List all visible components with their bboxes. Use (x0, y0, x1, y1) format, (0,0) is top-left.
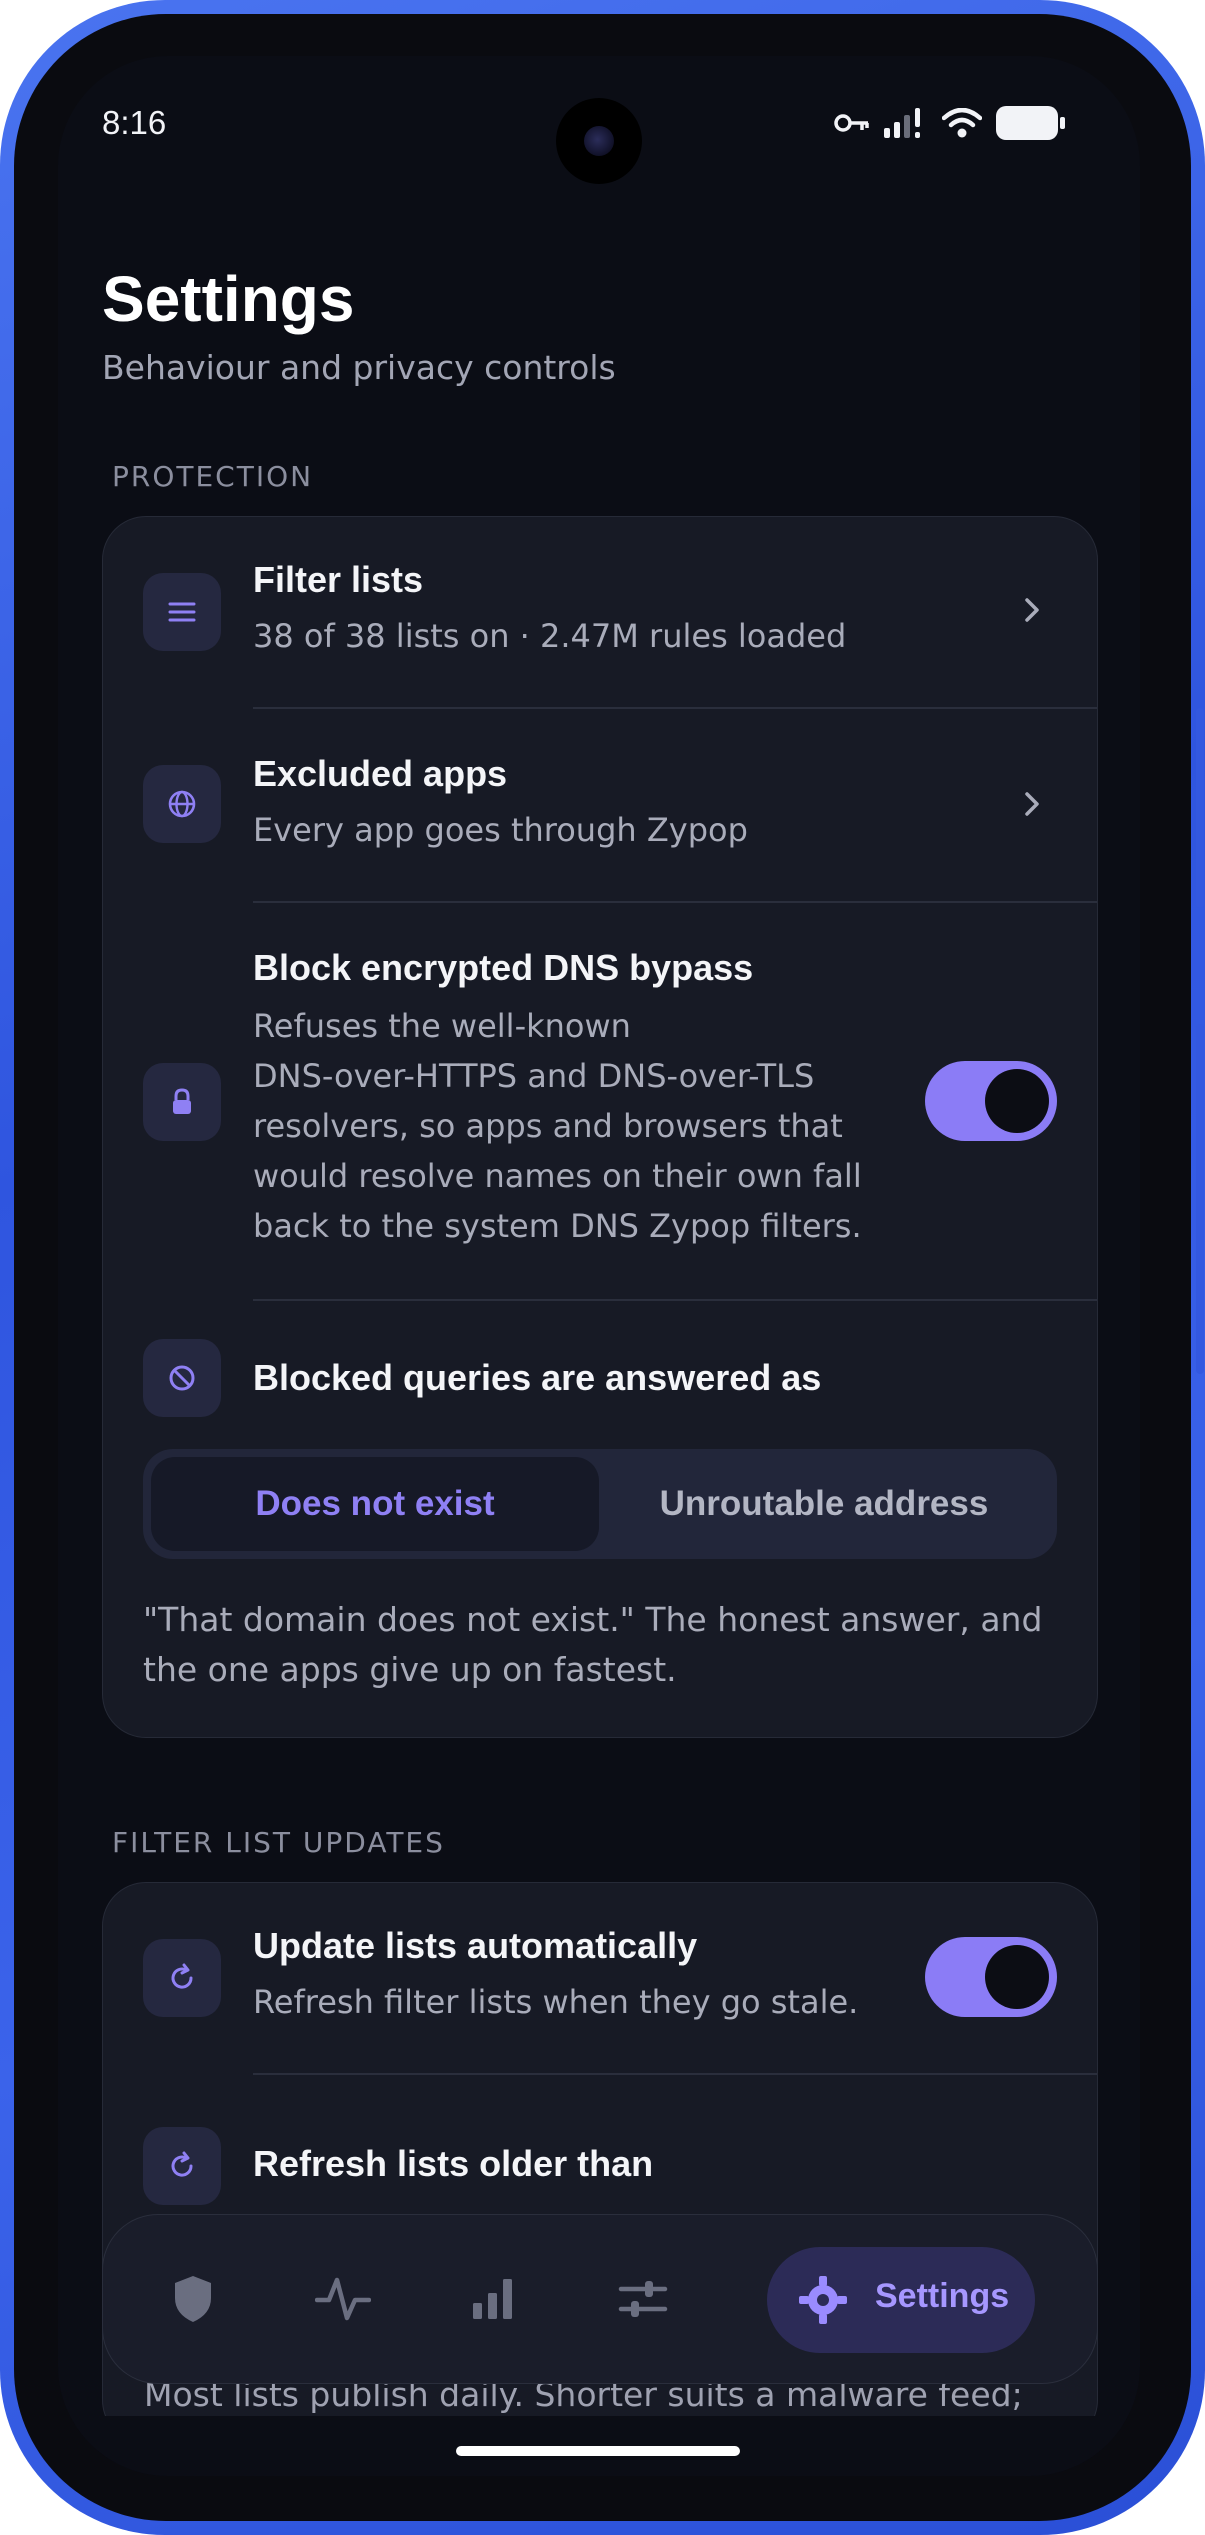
settings-icon (799, 2276, 847, 2324)
filter-lists-row[interactable]: Filter lists 38 of 38 lists on · 2.47M r… (103, 517, 1097, 707)
filter-lists-title: Filter lists (253, 559, 424, 600)
refresh-icon (143, 2127, 221, 2205)
status-time: 8:16 (102, 104, 167, 141)
blocked-answer-segmented-control: Does not exist Unroutable address (143, 1449, 1057, 1559)
block-encrypted-dns-line-5: back to the system DNS Zypop filters. (253, 1207, 862, 1245)
signal-icon (884, 108, 920, 138)
lock-icon (143, 1063, 221, 1141)
auto-update-title: Update lists automatically (253, 1925, 698, 1966)
block-encrypted-dns-toggle[interactable] (925, 1061, 1057, 1141)
section-label-filter-list-updates: FILTER LIST UPDATES (112, 1826, 445, 1859)
status-icons (834, 106, 1066, 140)
blocked-icon (143, 1339, 221, 1417)
sliders-icon (618, 2281, 668, 2317)
nav-stats[interactable] (453, 2259, 533, 2339)
nav-settings[interactable]: Settings (767, 2247, 1035, 2353)
block-encrypted-dns-line-1: Refuses the well-known (253, 1007, 631, 1045)
power-button (1196, 1024, 1204, 1374)
globe-icon (143, 765, 221, 843)
nav-activity[interactable] (303, 2259, 383, 2339)
toggle-knob (985, 1945, 1049, 2009)
page-title: Settings (102, 263, 355, 335)
phone-frame: 8:16 Settings Behaviour and privacy cont… (0, 0, 1205, 2535)
block-encrypted-dns-line-3: resolvers, so apps and browsers that (253, 1107, 843, 1145)
block-encrypted-dns-line-2: DNS-over-HTTPS and DNS-over-TLS (253, 1057, 815, 1095)
filter-lists-subtitle: 38 of 38 lists on · 2.47M rules loaded (253, 617, 847, 655)
nav-settings-label: Settings (875, 2277, 1010, 2315)
chevron-right-icon (1025, 598, 1039, 622)
home-indicator[interactable] (456, 2446, 740, 2456)
blocked-answer-note: "That domain does not exist." The honest… (143, 1595, 1057, 1695)
auto-update-subtitle: Refresh filter lists when they go stale. (253, 1983, 859, 2021)
auto-update-row: Update lists automatically Refresh filte… (103, 1883, 1097, 2073)
screen: 8:16 Settings Behaviour and privacy cont… (58, 56, 1140, 2476)
auto-update-toggle[interactable] (925, 1937, 1057, 2017)
wifi-icon (942, 108, 982, 138)
excluded-apps-row[interactable]: Excluded apps Every app goes through Zyp… (103, 709, 1097, 901)
camera-lens (584, 126, 614, 156)
shield-icon (175, 2276, 211, 2322)
activity-icon (315, 2277, 371, 2321)
block-encrypted-dns-title: Block encrypted DNS bypass (253, 947, 754, 988)
refresh-older-row[interactable]: Refresh lists older than (103, 2075, 1097, 2225)
chevron-right-icon (1025, 792, 1039, 816)
vpn-key-icon (834, 114, 869, 132)
block-encrypted-dns-row: Block encrypted DNS bypass Refuses the w… (103, 903, 1097, 1299)
camera-island (556, 98, 642, 184)
volume-up-button (1196, 708, 1204, 908)
note-line-2: the one apps give up on fastest. (143, 1650, 677, 1689)
excluded-apps-title: Excluded apps (253, 753, 508, 794)
block-encrypted-dns-line-4: would resolve names on their own fall (253, 1157, 862, 1195)
battery-icon (996, 106, 1065, 140)
note-line-1: "That domain does not exist." The honest… (143, 1600, 1043, 1639)
segment-does-not-exist[interactable]: Does not exist (151, 1457, 599, 1551)
divider (253, 1299, 1097, 1301)
nav-filters[interactable] (603, 2259, 683, 2339)
blocked-queries-title: Blocked queries are answered as (253, 1357, 822, 1398)
nav-protection[interactable] (153, 2259, 233, 2339)
bottom-nav: Settings (102, 2214, 1098, 2384)
segment-unroutable-address[interactable]: Unroutable address (599, 1457, 1049, 1551)
stats-icon (473, 2279, 512, 2319)
protection-card: Filter lists 38 of 38 lists on · 2.47M r… (102, 516, 1098, 1738)
refresh-icon (143, 1939, 221, 2017)
page-subtitle: Behaviour and privacy controls (102, 348, 616, 387)
list-icon (143, 573, 221, 651)
toggle-knob (985, 1069, 1049, 1133)
excluded-apps-subtitle: Every app goes through Zypop (253, 811, 748, 849)
section-label-protection: PROTECTION (112, 460, 314, 493)
refresh-older-title: Refresh lists older than (253, 2143, 654, 2184)
